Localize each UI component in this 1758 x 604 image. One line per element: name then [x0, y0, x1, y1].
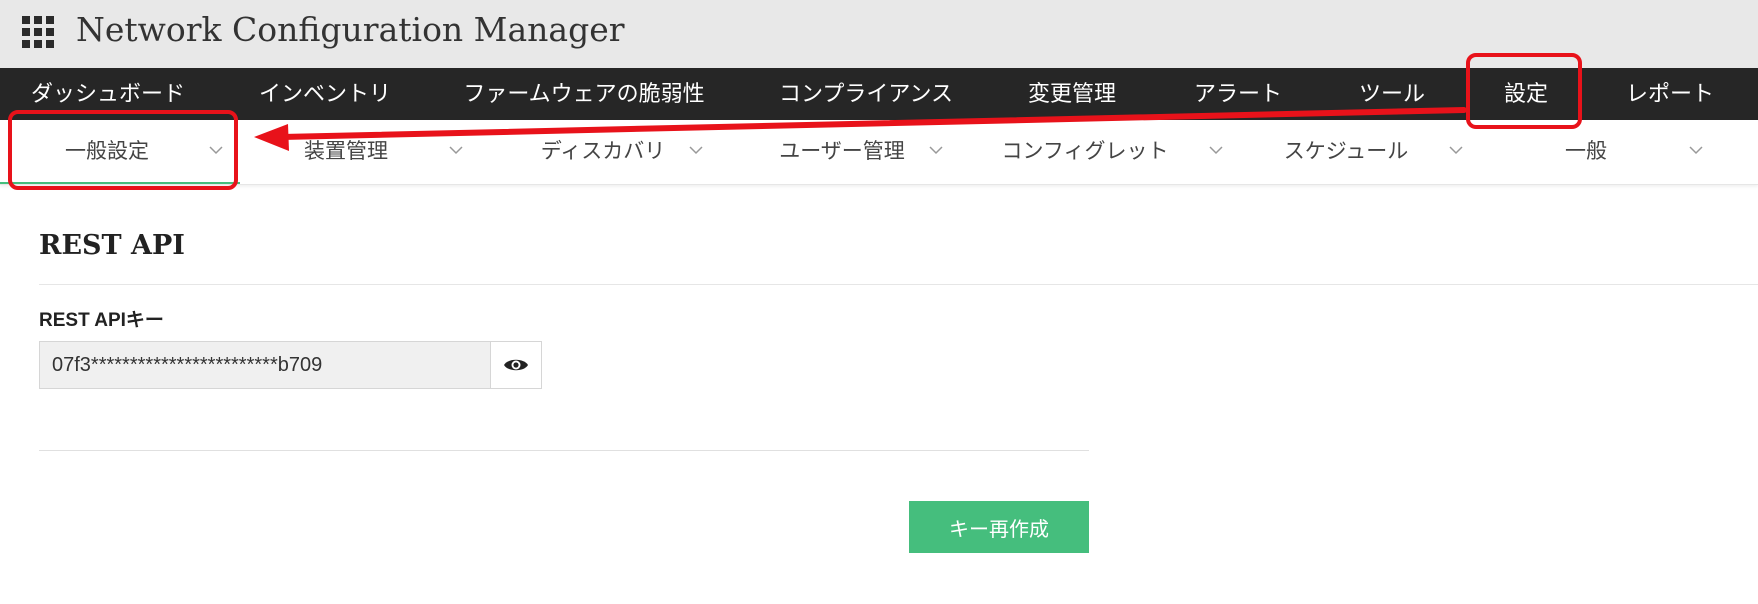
subnav-schedule-label: スケジュール	[1283, 140, 1409, 163]
chevron-down-icon	[1689, 146, 1703, 155]
app-title: Network Configuration Manager	[76, 10, 625, 49]
main-nav: ダッシュボード インベントリ ファームウェアの脆弱性 コンプライアンス 変更管理…	[0, 68, 1758, 120]
main-nav-dashboard[interactable]: ダッシュボード	[31, 68, 185, 120]
main-nav-alerts[interactable]: アラート	[1194, 68, 1282, 120]
rest-api-key-label: REST APIキー	[39, 310, 164, 331]
section-divider	[39, 284, 1758, 285]
chevron-down-icon	[209, 146, 223, 155]
subnav-general-settings-label: 一般設定	[65, 140, 149, 163]
subnav-general-label: 一般	[1565, 140, 1607, 163]
subnav-schedule[interactable]: スケジュール	[1240, 120, 1480, 184]
main-nav-reports[interactable]: レポート	[1626, 68, 1714, 120]
form-divider	[39, 450, 1089, 451]
main-nav-settings[interactable]: 設定	[1504, 68, 1548, 120]
grid-menu-icon[interactable]	[22, 16, 54, 48]
subnav-user-management[interactable]: ユーザー管理	[720, 120, 960, 184]
subnav-device-management-label: 装置管理	[304, 140, 388, 163]
chevron-down-icon	[689, 146, 703, 155]
subnav-configlets[interactable]: コンフィグレット	[960, 120, 1223, 184]
chevron-down-icon	[1449, 146, 1463, 155]
main-nav-inventory[interactable]: インベントリ	[259, 68, 391, 120]
main-nav-compliance[interactable]: コンプライアンス	[779, 68, 953, 120]
main-nav-tools[interactable]: ツール	[1359, 68, 1425, 120]
subnav-discovery-label: ディスカバリ	[540, 140, 666, 163]
subnav-general[interactable]: 一般	[1480, 120, 1720, 184]
subnav-device-management[interactable]: 装置管理	[240, 120, 480, 184]
main-nav-change-management[interactable]: 変更管理	[1028, 68, 1116, 120]
eye-icon	[504, 359, 528, 371]
main-nav-firmware-vulnerability[interactable]: ファームウェアの脆弱性	[463, 68, 704, 120]
regenerate-key-button[interactable]: キー再作成	[909, 501, 1089, 553]
chevron-down-icon	[1209, 146, 1223, 155]
sub-nav: 一般設定 装置管理 ディスカバリ ユーザー管理 コンフィグレット スケジュール …	[0, 120, 1758, 185]
subnav-configlets-label: コンフィグレット	[1001, 140, 1169, 163]
rest-api-key-group	[39, 341, 542, 389]
subnav-user-management-label: ユーザー管理	[779, 140, 905, 163]
chevron-down-icon	[449, 146, 463, 155]
rest-api-key-field[interactable]	[39, 341, 490, 389]
chevron-down-icon	[929, 146, 943, 155]
reveal-key-button[interactable]	[490, 341, 542, 389]
title-bar: Network Configuration Manager	[0, 0, 1758, 68]
subnav-general-settings[interactable]: 一般設定	[0, 120, 240, 184]
section-title: REST API	[39, 230, 185, 261]
subnav-discovery[interactable]: ディスカバリ	[480, 120, 720, 184]
